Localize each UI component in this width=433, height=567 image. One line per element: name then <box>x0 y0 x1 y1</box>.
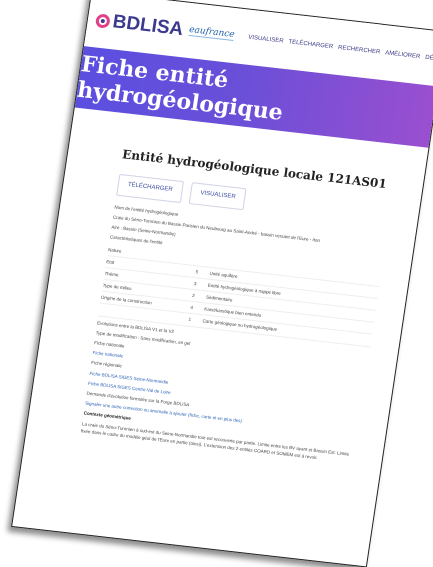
bdlisa-logo-icon <box>94 12 111 29</box>
main-nav: VISUALISER TÉLÉCHARGER RECHERCHER AMÉLIO… <box>248 34 433 64</box>
nav-decouvrir[interactable]: DÉCOUVRIR <box>425 54 433 64</box>
visualize-button[interactable]: VISUALISER <box>188 182 247 211</box>
nav-telecharger[interactable]: TÉLÉCHARGER <box>288 39 334 50</box>
row-code: 4 <box>190 305 194 311</box>
row-code: 5 <box>195 268 199 275</box>
eaufrance-logo[interactable]: eaufrance <box>188 24 236 41</box>
screenshot-page: BDLISA eaufrance VISUALISER TÉLÉCHARGER … <box>11 0 433 567</box>
nav-ameliorer[interactable]: AMÉLIORER <box>385 50 421 60</box>
logo-text: BDLISA <box>111 10 185 40</box>
row-code: 3 <box>193 280 197 287</box>
row-code: 2 <box>191 293 196 299</box>
bdlisa-logo[interactable]: BDLISA <box>94 9 185 41</box>
row-code: 1 <box>188 317 192 323</box>
download-button[interactable]: TÉLÉCHARGER <box>116 174 184 203</box>
entity-card: Entité hydrogéologique locale 121AS01 TÉ… <box>68 130 408 478</box>
nav-rechercher[interactable]: RECHERCHER <box>338 44 381 55</box>
nav-visualiser[interactable]: VISUALISER <box>248 34 284 44</box>
